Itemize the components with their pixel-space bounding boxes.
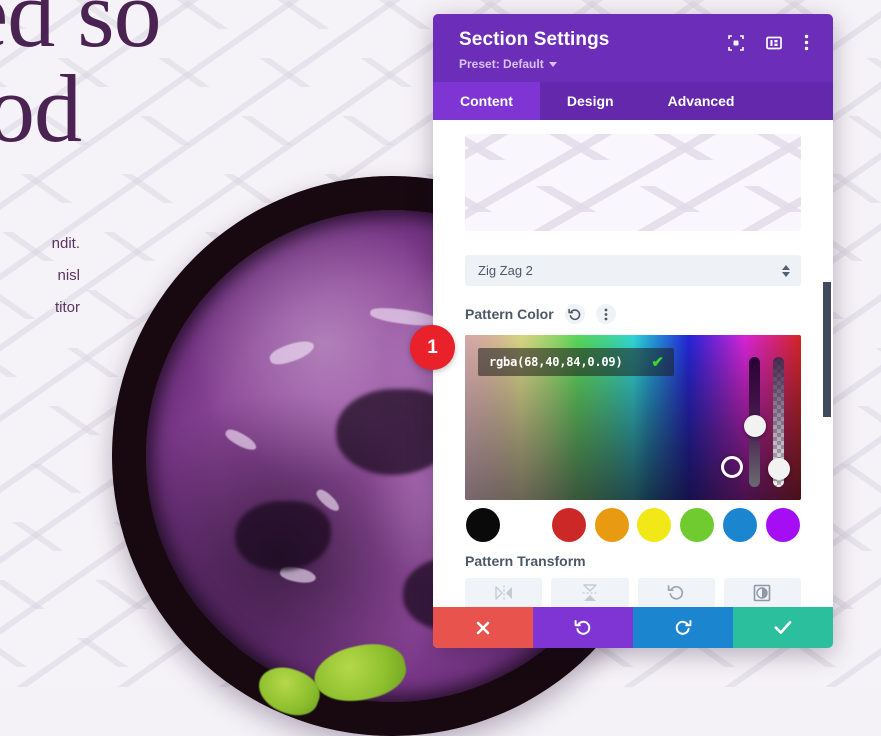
invert-contrast-icon xyxy=(754,584,771,602)
preset-label: Preset: Default xyxy=(459,57,544,71)
modal-tab-bar: Content Design Advanced xyxy=(433,82,833,120)
modal-header-actions xyxy=(728,29,809,51)
swatch-purple[interactable] xyxy=(765,508,800,542)
swatch-green[interactable] xyxy=(680,508,715,542)
tab-design[interactable]: Design xyxy=(540,82,641,120)
pattern-color-label: Pattern Color xyxy=(465,306,554,322)
undo-button[interactable] xyxy=(533,607,633,648)
tab-content[interactable]: Content xyxy=(433,82,540,120)
tab-advanced[interactable]: Advanced xyxy=(641,82,762,120)
rotate-ccw-icon xyxy=(667,585,684,600)
flip-vertical-icon xyxy=(582,584,598,601)
hero-body-line: titor xyxy=(54,299,80,316)
kebab-menu-icon[interactable] xyxy=(595,304,616,324)
chevron-down-icon xyxy=(548,61,557,67)
flip-horizontal-button[interactable] xyxy=(465,578,543,607)
step-number-badge: 1 xyxy=(410,325,455,370)
swatch-white[interactable] xyxy=(508,508,543,542)
pattern-transform-label-row: Pattern Transform xyxy=(465,553,801,569)
pattern-preview[interactable] xyxy=(465,134,801,231)
section-settings-modal: Section Settings Preset: Default Content… xyxy=(433,14,833,648)
color-picker-selector-ring[interactable] xyxy=(721,456,743,478)
flip-horizontal-icon xyxy=(494,585,512,601)
swatch-orange[interactable] xyxy=(594,508,629,542)
flip-vertical-button[interactable] xyxy=(551,578,629,607)
check-icon[interactable]: ✔ xyxy=(651,355,664,370)
hero-heading: ted so ood xyxy=(0,0,162,163)
focus-frame-icon[interactable] xyxy=(728,34,744,51)
stepper-arrows-icon xyxy=(782,264,790,277)
color-picker-saturation-area[interactable]: rgba(68,40,84,0.09) ✔ xyxy=(465,335,801,500)
close-x-icon xyxy=(476,621,490,634)
hero-body-line: ndit. xyxy=(51,235,80,252)
pattern-color-label-row: Pattern Color xyxy=(465,304,801,324)
color-value-input[interactable]: rgba(68,40,84,0.09) ✔ xyxy=(478,348,674,376)
rotate-button[interactable] xyxy=(637,578,715,607)
swatch-yellow[interactable] xyxy=(637,508,672,542)
pattern-transform-label: Pattern Transform xyxy=(465,553,586,569)
page-title: Section Settings xyxy=(459,29,610,50)
hue-slider-handle[interactable] xyxy=(743,415,766,437)
cancel-button[interactable] xyxy=(433,607,533,648)
kebab-menu-icon[interactable] xyxy=(804,34,809,51)
modal-body: Zig Zag 2 Pattern Color rgba(68,40,84,0.… xyxy=(433,120,833,607)
pattern-style-value: Zig Zag 2 xyxy=(478,263,533,278)
modal-header: Section Settings Preset: Default xyxy=(433,14,833,82)
redo-button[interactable] xyxy=(633,607,733,648)
color-swatch-row xyxy=(465,508,801,542)
modal-scrollbar-thumb[interactable] xyxy=(823,282,831,417)
layout-split-icon[interactable] xyxy=(766,35,782,51)
swatch-blue[interactable] xyxy=(723,508,758,542)
check-icon xyxy=(774,621,792,634)
hero-body-text: ndit. nisl titor xyxy=(0,228,80,324)
pattern-style-select[interactable]: Zig Zag 2 xyxy=(465,255,801,286)
alpha-slider[interactable] xyxy=(767,357,790,487)
undo-arrow-icon xyxy=(574,619,591,635)
alpha-slider-handle[interactable] xyxy=(767,458,790,480)
modal-header-titles: Section Settings Preset: Default xyxy=(459,29,609,71)
invert-button[interactable] xyxy=(723,578,801,607)
pattern-transform-buttons xyxy=(465,578,801,607)
color-value-text: rgba(68,40,84,0.09) xyxy=(489,355,623,369)
preset-selector[interactable]: Preset: Default xyxy=(459,57,609,71)
save-button[interactable] xyxy=(733,607,833,648)
hue-slider[interactable] xyxy=(743,357,766,487)
redo-arrow-icon xyxy=(675,619,692,635)
reset-arrow-icon[interactable] xyxy=(564,304,585,324)
swatch-red[interactable] xyxy=(551,508,586,542)
swatch-black[interactable] xyxy=(466,508,500,542)
hero-body-line: nisl xyxy=(57,267,80,284)
modal-footer xyxy=(433,607,833,648)
